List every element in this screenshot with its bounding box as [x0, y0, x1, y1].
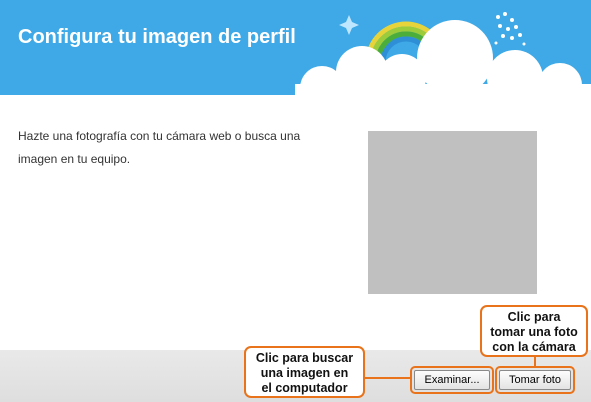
callout-browse-line-2: una imagen en	[260, 366, 349, 380]
page-title: Configura tu imagen de perfil	[18, 26, 296, 48]
callout-take-photo: Clic para tomar una foto con la cámara	[480, 305, 588, 357]
instructions-line-2: imagen en tu equipo.	[18, 152, 131, 166]
photo-preview	[368, 131, 537, 294]
sparkle-dots-icon	[494, 12, 526, 46]
callout-take-line-3: con la cámara	[492, 340, 576, 354]
callout-browse: Clic para buscar una imagen en el comput…	[244, 346, 365, 398]
callout-take-line-2: tomar una foto	[490, 325, 578, 339]
instructions-line-1: Hazte una fotografía con tu cámara web o…	[18, 129, 301, 143]
cloud-icon	[295, 20, 591, 95]
callout-browse-line-3: el computador	[261, 381, 348, 395]
instructions-text: Hazte una fotografía con tu cámara web o…	[18, 125, 308, 171]
callout-connector-browse	[365, 377, 411, 379]
callout-browse-line-1: Clic para buscar	[255, 351, 354, 365]
browse-button[interactable]: Examinar...	[414, 370, 490, 390]
callout-take-line-1: Clic para	[507, 310, 561, 324]
take-photo-button[interactable]: Tomar foto	[499, 370, 571, 390]
header-banner: Configura tu imagen de perfil	[0, 0, 591, 95]
sparkle-star-icon	[339, 15, 359, 35]
